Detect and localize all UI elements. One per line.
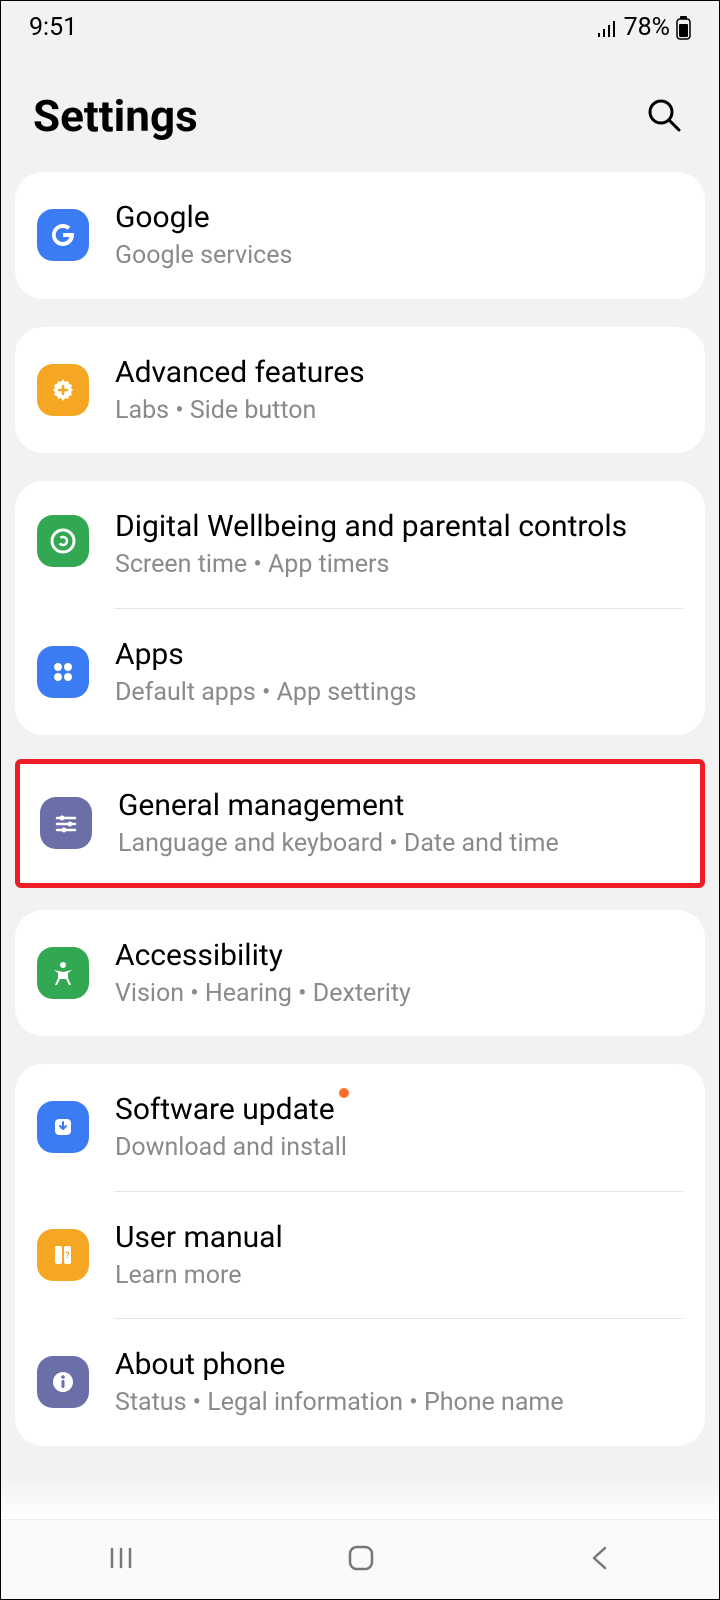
row-title: Software update [115, 1090, 335, 1129]
row-sub: Vision • Hearing • Dexterity [115, 978, 683, 1011]
update-badge-dot [339, 1088, 349, 1098]
recents-icon [106, 1543, 136, 1573]
row-text: Advanced features Labs • Side button [115, 353, 683, 428]
row-digital-wellbeing[interactable]: Digital Wellbeing and parental controls … [15, 481, 705, 608]
google-icon [37, 209, 89, 261]
row-about-phone[interactable]: About phone Status • Legal information •… [15, 1319, 705, 1446]
row-google[interactable]: Google Google services [15, 172, 705, 299]
row-general-management[interactable]: General management Language and keyboard… [20, 764, 700, 883]
book-icon: ? [37, 1229, 89, 1281]
nav-home[interactable] [315, 1532, 407, 1587]
accessibility-icon [37, 947, 89, 999]
wellbeing-icon [37, 515, 89, 567]
group-advanced: Advanced features Labs • Side button [15, 327, 705, 454]
row-title: General management [118, 786, 404, 825]
status-time: 9:51 [29, 13, 77, 42]
row-text: About phone Status • Legal information •… [115, 1345, 683, 1420]
battery-percent: 78% [624, 13, 670, 42]
row-text: General management Language and keyboard… [118, 786, 680, 861]
search-icon [645, 122, 683, 137]
gear-plus-icon [37, 364, 89, 416]
apps-icon [37, 646, 89, 698]
row-sub: Status • Legal information • Phone name [115, 1387, 683, 1420]
row-advanced-features[interactable]: Advanced features Labs • Side button [15, 327, 705, 454]
row-text: Software update Download and install [115, 1090, 683, 1165]
row-sub: Learn more [115, 1260, 683, 1293]
svg-text:?: ? [65, 1251, 70, 1261]
battery-icon [676, 16, 691, 40]
row-title: Google [115, 198, 210, 237]
row-title: Accessibility [115, 936, 283, 975]
row-sub: Default apps • App settings [115, 677, 683, 710]
status-bar: 9:51 78% [1, 1, 719, 50]
group-accessibility: Accessibility Vision • Hearing • Dexteri… [15, 910, 705, 1037]
nav-bar [1, 1519, 719, 1599]
row-text: Digital Wellbeing and parental controls … [115, 507, 683, 582]
row-sub: Google services [115, 240, 683, 273]
search-button[interactable] [641, 92, 687, 141]
group-google: Google Google services [15, 172, 705, 299]
download-icon [37, 1101, 89, 1153]
sliders-icon [40, 797, 92, 849]
nav-recents[interactable] [76, 1533, 166, 1586]
row-title: Apps [115, 635, 184, 674]
group-wellbeing-apps: Digital Wellbeing and parental controls … [15, 481, 705, 735]
info-icon [37, 1356, 89, 1408]
nav-back[interactable] [556, 1534, 644, 1585]
row-title: User manual [115, 1218, 283, 1257]
row-text: Google Google services [115, 198, 683, 273]
signal-icon [596, 19, 618, 37]
row-accessibility[interactable]: Accessibility Vision • Hearing • Dexteri… [15, 910, 705, 1037]
row-title: About phone [115, 1345, 285, 1384]
row-user-manual[interactable]: ? User manual Learn more [15, 1192, 705, 1319]
status-right: 78% [596, 13, 691, 42]
row-sub: Language and keyboard • Date and time [118, 828, 680, 861]
home-icon [345, 1542, 377, 1574]
row-text: Apps Default apps • App settings [115, 635, 683, 710]
settings-list: Google Google services Advanced features… [1, 172, 719, 1490]
row-software-update[interactable]: Software update Download and install [15, 1064, 705, 1191]
back-icon [586, 1544, 614, 1572]
row-text: Accessibility Vision • Hearing • Dexteri… [115, 936, 683, 1011]
group-system: Software update Download and install ? U… [15, 1064, 705, 1446]
row-title: Digital Wellbeing and parental controls [115, 507, 627, 546]
row-apps[interactable]: Apps Default apps • App settings [15, 609, 705, 736]
row-text: User manual Learn more [115, 1218, 683, 1293]
header: Settings [1, 50, 719, 172]
row-sub: Labs • Side button [115, 395, 683, 428]
highlight-general-management: General management Language and keyboard… [15, 759, 705, 888]
row-title: Advanced features [115, 353, 365, 392]
row-sub: Download and install [115, 1132, 683, 1165]
page-title: Settings [33, 90, 198, 142]
row-sub: Screen time • App timers [115, 549, 683, 582]
